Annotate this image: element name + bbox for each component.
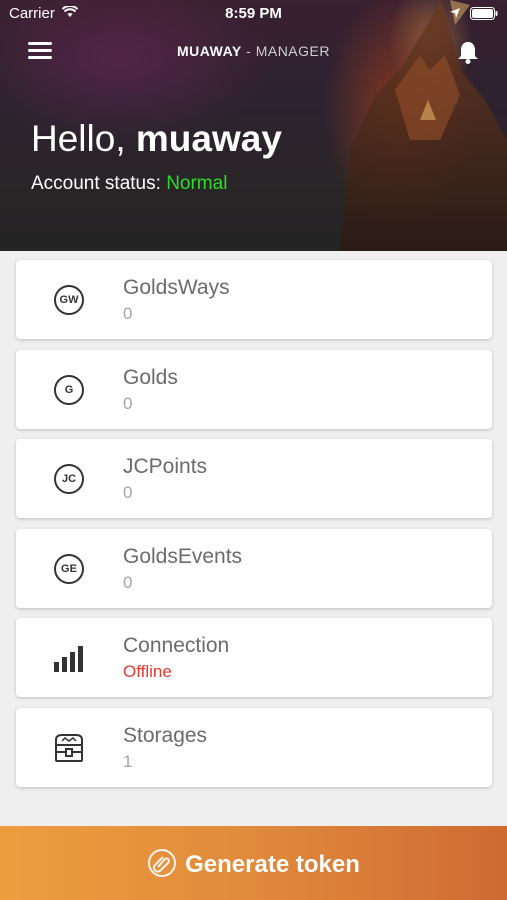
status-bar: Carrier 8:59 PM xyxy=(0,0,507,28)
card-golds[interactable]: G Golds 0 xyxy=(16,350,492,429)
account-status-label: Account status: xyxy=(31,173,167,194)
g-coin-icon: G xyxy=(53,374,85,406)
greeting-prefix: Hello, xyxy=(31,118,136,159)
card-connection[interactable]: Connection Offline xyxy=(16,618,492,697)
card-label: JCPoints xyxy=(123,455,208,478)
jc-coin-icon: JC xyxy=(53,463,85,495)
card-label: Storages xyxy=(123,724,208,747)
card-goldsways[interactable]: GW GoldsWays 0 xyxy=(16,260,492,339)
header-banner: Carrier 8:59 PM MUAWAY - MANAGER Hello, … xyxy=(0,0,507,251)
card-label: GoldsWays xyxy=(123,276,230,299)
card-label: Golds xyxy=(123,366,178,389)
account-status: Account status: Normal xyxy=(31,173,227,195)
greeting-heading: Hello, muaway xyxy=(31,118,282,160)
location-arrow-icon xyxy=(450,8,460,18)
gw-coin-icon: GW xyxy=(53,284,85,316)
generate-token-label: Generate token xyxy=(185,851,360,878)
bell-icon[interactable] xyxy=(457,40,479,64)
paperclip-icon xyxy=(148,849,177,877)
title-separator: - xyxy=(241,43,256,59)
card-label: Connection xyxy=(123,634,230,657)
nav-bar: MUAWAY - MANAGER xyxy=(0,32,507,72)
card-value: 0 xyxy=(123,573,133,592)
username: muaway xyxy=(135,118,282,159)
card-value: 0 xyxy=(123,483,133,502)
generate-token-button[interactable]: Generate token xyxy=(0,826,507,900)
app-title: MUAWAY - MANAGER xyxy=(0,43,507,59)
card-goldsevents[interactable]: GE GoldsEvents 0 xyxy=(16,529,492,608)
card-value: 1 xyxy=(123,752,133,771)
signal-bars-icon xyxy=(54,646,83,672)
card-jcpoints[interactable]: JC JCPoints 0 xyxy=(16,439,492,518)
ge-coin-icon: GE xyxy=(53,553,85,585)
app-brand: MUAWAY xyxy=(177,43,242,59)
treasure-chest-icon xyxy=(55,734,83,762)
battery-icon xyxy=(470,7,498,20)
card-storages[interactable]: Storages 1 xyxy=(16,708,492,787)
card-value: 0 xyxy=(123,394,133,413)
card-value: 0 xyxy=(123,304,133,323)
account-status-value: Normal xyxy=(166,173,228,194)
app-subtitle: MANAGER xyxy=(255,43,330,59)
clock: 8:59 PM xyxy=(225,5,282,22)
connection-status: Offline xyxy=(123,662,172,681)
card-label: GoldsEvents xyxy=(123,545,243,568)
